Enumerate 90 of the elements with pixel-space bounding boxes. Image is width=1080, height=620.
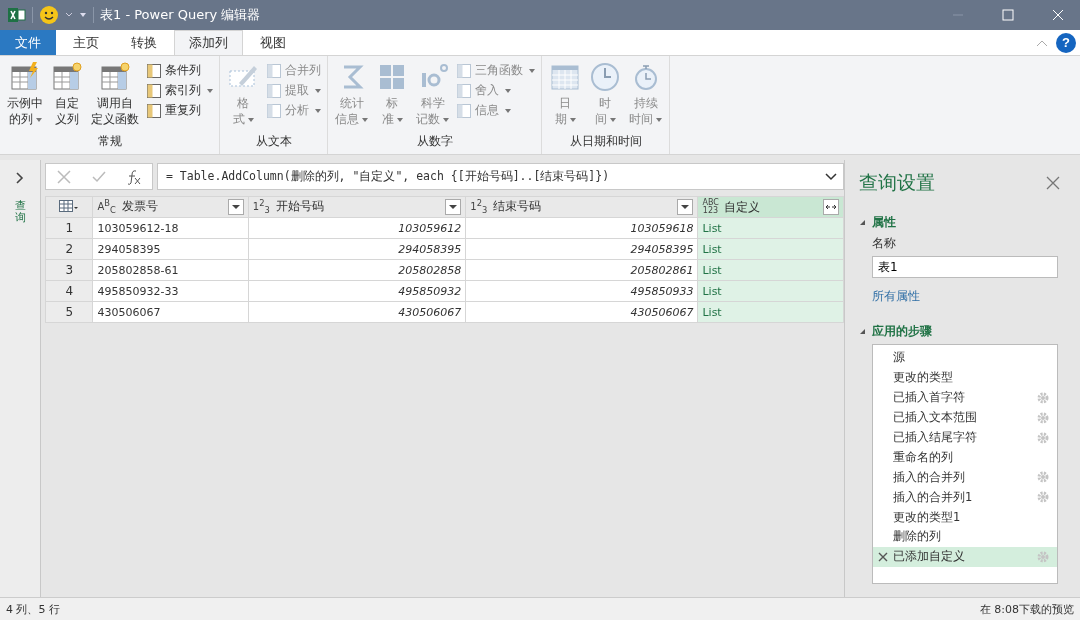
column-icon: [146, 82, 162, 99]
help-button[interactable]: ?: [1056, 32, 1076, 53]
expanded-triangle-icon[interactable]: [859, 219, 866, 226]
table-cell: 495850932: [248, 280, 466, 302]
column-icon: [266, 82, 282, 99]
formula-field[interactable]: = Table.AddColumn(删除的列, "自定义", each {[开始号码]..[结束号码]}): [157, 163, 844, 190]
file-tab[interactable]: 文件: [0, 30, 56, 55]
step-item[interactable]: 更改的类型: [873, 367, 1057, 388]
all-properties-link[interactable]: 所有属性: [872, 288, 1080, 305]
type-label[interactable]: ABC 123: [702, 199, 719, 215]
row-number: 1: [45, 217, 93, 239]
step-item[interactable]: 源: [873, 348, 1057, 368]
filter-dropdown-icon[interactable]: [445, 199, 462, 215]
table-cell: 430506067: [248, 301, 466, 323]
ribbon-button[interactable]: 重复列: [144, 101, 215, 120]
step-item[interactable]: 删除的列: [873, 527, 1057, 547]
step-item[interactable]: 已插入结尾字符: [873, 427, 1057, 448]
table-cell: 294058395: [465, 238, 698, 260]
step-item[interactable]: 更改的类型1: [873, 507, 1057, 527]
step-item[interactable]: 已插入首字符: [873, 387, 1057, 408]
ribbon-button[interactable]: 调用自 定义函数: [88, 59, 142, 133]
column-icon: [146, 62, 162, 79]
table-icon: [99, 61, 131, 93]
status-text: 4 列、5 行: [6, 601, 60, 617]
field-label: 名称: [872, 235, 897, 252]
excel-icon: [8, 7, 26, 23]
delete-icon[interactable]: [878, 551, 888, 562]
group-label: 常规: [96, 133, 123, 150]
name-field[interactable]: 表1: [872, 256, 1058, 278]
table-cell: 430506067: [92, 301, 249, 323]
window-title: 表1 - Power Query 编辑器: [100, 6, 261, 24]
row-number: 3: [45, 259, 93, 281]
ribbon-button[interactable]: 自定 义列: [48, 59, 86, 133]
ribbon-tab[interactable]: 添加列: [174, 30, 243, 55]
expanded-triangle-icon[interactable]: [859, 328, 866, 335]
step-item[interactable]: 插入的合并列1: [873, 487, 1057, 508]
section-heading: 应用的步骤: [872, 323, 932, 340]
smiley-icon[interactable]: [39, 5, 59, 25]
row-number: 4: [45, 280, 93, 302]
collapse-icon[interactable]: [1036, 38, 1048, 47]
table-cell: 430506067: [465, 301, 698, 323]
table-cell: 294058395: [248, 238, 466, 260]
row-number: 2: [45, 238, 93, 260]
function-icon[interactable]: [126, 168, 143, 185]
table-cell: 495850932-33: [92, 280, 249, 302]
cancel-icon[interactable]: [55, 168, 72, 185]
column-icon: [266, 102, 282, 119]
table-cell: 205802858-61: [92, 259, 249, 281]
ribbon-button[interactable]: 索引列: [144, 81, 215, 100]
close-icon[interactable]: [1046, 176, 1060, 190]
row-number: 5: [45, 301, 93, 323]
group-label: 从日期和时间: [568, 133, 643, 150]
group-label: 从文本: [254, 133, 293, 150]
pane-title: 查询设置: [859, 170, 936, 195]
table-cell: 495850933: [465, 280, 698, 302]
table-cell: 205802861: [465, 259, 698, 281]
step-item[interactable]: 已添加自定义: [873, 546, 1057, 567]
step-item[interactable]: 已插入文本范围: [873, 407, 1057, 428]
table-cell: 103059618: [465, 217, 698, 239]
column-header[interactable]: A$^{B}$$_{C}$ 发票号: [92, 196, 249, 218]
table-icon: [9, 61, 41, 93]
group-label: 从数字: [415, 133, 454, 150]
filter-dropdown-icon[interactable]: [677, 199, 694, 215]
column-icon: [456, 62, 472, 79]
table-icon: [51, 61, 83, 93]
expand-columns-icon[interactable]: [823, 199, 839, 215]
table-menu-button[interactable]: [45, 196, 93, 218]
table-cell: 103059612-18: [92, 217, 249, 239]
queries-pane-label[interactable]: 查询: [14, 200, 26, 225]
column-icon: [456, 82, 472, 99]
expand-icon[interactable]: [15, 172, 25, 184]
column-icon: [456, 102, 472, 119]
column-icon: [266, 62, 282, 79]
column-header[interactable]: 1$^{2}$$_{3}$ 结束号码: [465, 196, 698, 218]
ribbon-button[interactable]: 条件列: [144, 61, 215, 80]
maximize-icon[interactable]: [1002, 9, 1014, 21]
section-heading: 属性: [872, 214, 896, 231]
table-cell: 294058395: [92, 238, 249, 260]
step-item[interactable]: 插入的合并列: [873, 467, 1057, 488]
chevron-down-icon[interactable]: [825, 172, 837, 181]
table-cell: 103059612: [248, 217, 466, 239]
ribbon-button[interactable]: 示例中 的列: [4, 59, 46, 133]
clock-icon: [589, 61, 621, 93]
column-header[interactable]: 1$^{2}$$_{3}$ 开始号码: [248, 196, 466, 218]
filter-dropdown-icon[interactable]: [227, 199, 244, 215]
table-icon: [59, 199, 80, 212]
step-item[interactable]: 重命名的列: [873, 447, 1057, 468]
column-icon: [146, 102, 162, 119]
status-text: 在 8:08下载的预览: [979, 601, 1074, 617]
table-cell: 205802858: [248, 259, 466, 281]
